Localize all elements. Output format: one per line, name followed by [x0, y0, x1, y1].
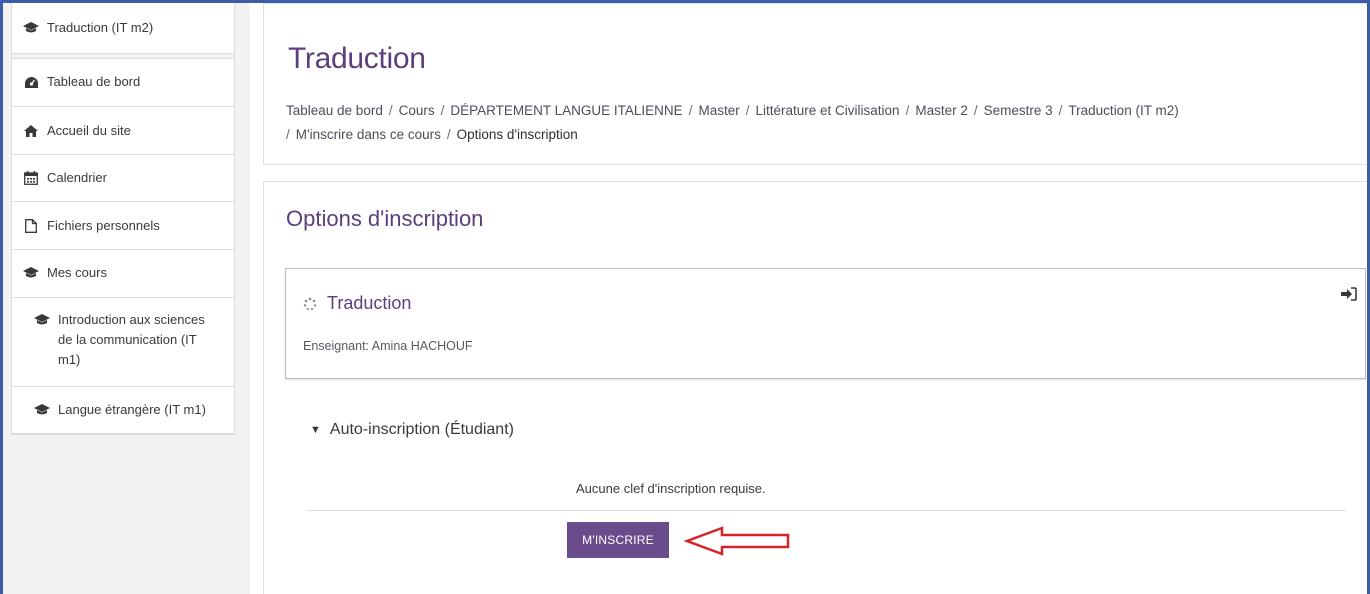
calendar-icon: [23, 171, 39, 185]
graduation-cap-icon: [23, 266, 39, 280]
sidebar-item-label: Fichiers personnels: [47, 218, 160, 233]
breadcrumb-separator: /: [446, 127, 451, 142]
section-title: Options d'inscription: [286, 206, 484, 231]
sidebar: Traduction (IT m2) Tableau de bord Accue…: [3, 3, 250, 594]
sidebar-item-course-foreign-language[interactable]: Langue étrangère (IT m1): [12, 387, 234, 434]
breadcrumb-item-course[interactable]: Traduction (IT m2): [1068, 103, 1178, 118]
breadcrumb-item-enrol[interactable]: M'inscrire dans ce cours: [296, 127, 441, 142]
sign-in-icon[interactable]: [1341, 287, 1357, 301]
breadcrumb-item-master-2[interactable]: Master 2: [915, 103, 968, 118]
home-icon: [23, 124, 39, 138]
course-info-box: Traduction Enseignant: Amina HACHOUF: [285, 268, 1366, 379]
sidebar-item-label: Mes cours: [47, 265, 107, 280]
sidebar-item-course-intro-communication[interactable]: Introduction aux sciences de la communic…: [12, 298, 234, 387]
course-name[interactable]: Traduction: [303, 293, 411, 314]
breadcrumb-item-semester-3[interactable]: Semestre 3: [984, 103, 1053, 118]
sidebar-item-label: Langue étrangère (IT m1): [58, 402, 206, 417]
main-region: Options d'inscription Traduction Enseign…: [263, 181, 1370, 594]
enrol-me-button[interactable]: M'INSCRIRE: [567, 522, 669, 558]
self-enrolment-heading: Auto-inscription (Étudiant): [329, 421, 514, 438]
page-title: Traduction: [288, 42, 426, 75]
sidebar-item-my-courses[interactable]: Mes cours: [12, 250, 234, 298]
course-teacher: Enseignant: Amina HACHOUF: [303, 339, 473, 353]
form-divider: [306, 510, 1346, 511]
graduation-cap-icon: [34, 403, 50, 417]
breadcrumb-item-dashboard[interactable]: Tableau de bord: [286, 103, 383, 118]
page-header: Traduction Tableau de bord / Cours / DÉPARTE…: [263, 3, 1370, 165]
dashboard-icon: [23, 75, 39, 89]
course-spinner-icon: [303, 297, 317, 310]
sidebar-item-label: Introduction aux sciences de la communic…: [58, 312, 209, 367]
breadcrumb-separator: /: [745, 103, 750, 118]
self-enrolment-toggle[interactable]: ▼ Auto-inscription (Étudiant): [310, 421, 514, 439]
sidebar-item-label: Accueil du site: [47, 123, 131, 138]
breadcrumb-separator: /: [440, 103, 445, 118]
breadcrumb-separator: /: [688, 103, 693, 118]
nav-drawer: Traduction (IT m2) Tableau de bord Accue…: [11, 3, 235, 435]
sidebar-item-calendar[interactable]: Calendrier: [12, 155, 234, 202]
breadcrumb-separator: /: [1058, 103, 1063, 118]
graduation-cap-icon: [23, 21, 39, 35]
sidebar-item-dashboard[interactable]: Tableau de bord: [12, 59, 234, 107]
graduation-cap-icon: [34, 313, 50, 327]
breadcrumb-item-master[interactable]: Master: [698, 103, 739, 118]
caret-down-icon: ▼: [310, 424, 321, 436]
breadcrumb-item-literature[interactable]: Littérature et Civilisation: [755, 103, 899, 118]
sidebar-item-label: Tableau de bord: [47, 74, 141, 89]
sidebar-item-label: Calendrier: [47, 170, 107, 185]
breadcrumb-item-courses[interactable]: Cours: [399, 103, 435, 118]
file-icon: [23, 219, 39, 233]
breadcrumb-separator: /: [286, 127, 290, 142]
breadcrumb-separator: /: [388, 103, 393, 118]
sidebar-item-site-home[interactable]: Accueil du site: [12, 107, 234, 155]
annotation-arrow-icon: [684, 526, 790, 556]
sidebar-item-label: Traduction (IT m2): [47, 20, 154, 35]
breadcrumb-item-department[interactable]: DÉPARTEMENT LANGUE ITALIENNE: [450, 103, 682, 118]
sidebar-item-current-course[interactable]: Traduction (IT m2): [12, 3, 234, 54]
breadcrumb-item-current: Options d'inscription: [456, 127, 578, 142]
breadcrumb-separator: /: [973, 103, 978, 118]
sidebar-item-private-files[interactable]: Fichiers personnels: [12, 202, 234, 250]
no-key-message: Aucune clef d'inscription requise.: [576, 481, 766, 496]
course-name-label: Traduction: [327, 293, 412, 313]
breadcrumb-separator: /: [905, 103, 910, 118]
breadcrumb: Tableau de bord / Cours / DÉPARTEMENT LANGUE…: [286, 99, 1346, 147]
